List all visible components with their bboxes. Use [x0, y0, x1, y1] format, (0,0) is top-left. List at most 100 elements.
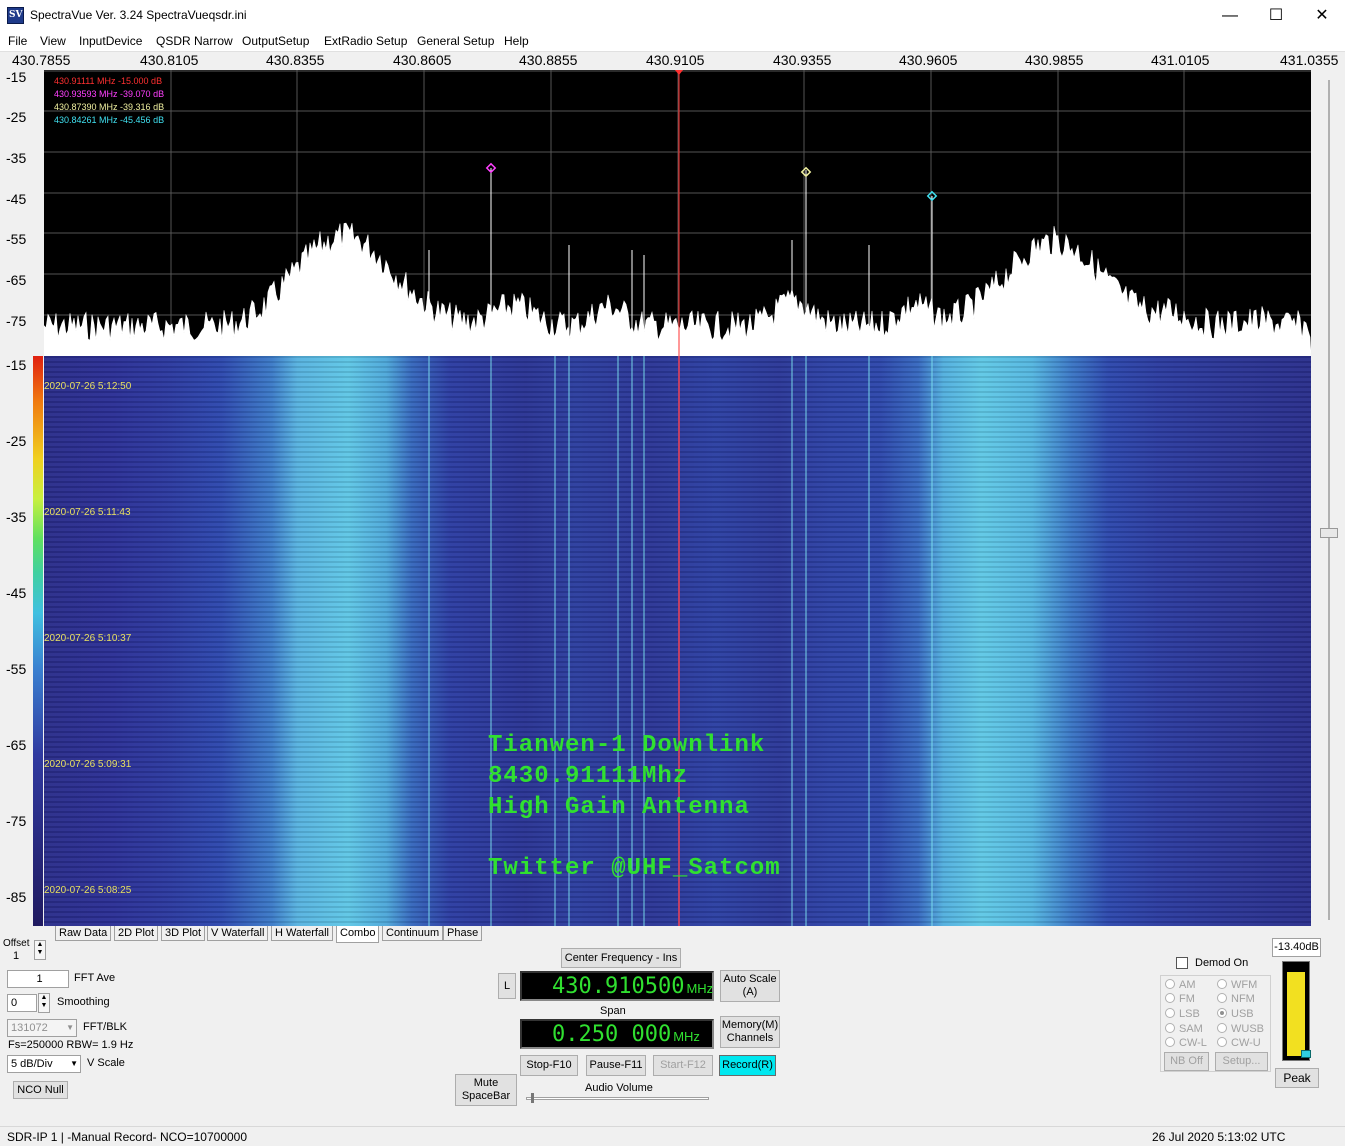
spectrum-y-label: -55: [6, 231, 27, 247]
fft-ave-label: FFT Ave: [74, 972, 116, 984]
nco-null-button[interactable]: NCO Null: [13, 1081, 68, 1099]
marker-readout-1: 430.91111 MHz -15.000 dB: [54, 76, 163, 86]
menu-inputdevice[interactable]: InputDevice: [79, 34, 142, 48]
marker-readout-2: 430.93593 MHz -39.070 dB: [54, 89, 165, 99]
freq-tick: 431.0105: [1151, 52, 1210, 68]
menu-file[interactable]: File: [8, 34, 27, 48]
audio-volume-label: Audio Volume: [585, 1082, 653, 1094]
menu-help[interactable]: Help: [504, 34, 529, 48]
l-button[interactable]: L: [498, 973, 516, 999]
waterfall-timestamp: 2020-07-26 5:08:25: [44, 885, 132, 896]
spectrum-plot[interactable]: 430.91111 MHz -15.000 dB 430.93593 MHz -…: [44, 70, 1311, 356]
radio-sam[interactable]: SAM: [1165, 1023, 1203, 1035]
nb-off-button[interactable]: NB Off: [1164, 1052, 1209, 1071]
setup-button[interactable]: Setup...: [1215, 1052, 1268, 1071]
overlay-title: Tianwen-1 Downlink: [488, 732, 766, 759]
smoothing-spinner[interactable]: ▲ ▼: [38, 993, 50, 1013]
signal-meter: [1282, 961, 1311, 1061]
center-frequency-button[interactable]: Center Frequency - Ins: [561, 948, 681, 968]
radio-nfm[interactable]: NFM: [1217, 993, 1255, 1005]
center-frequency-display[interactable]: 430.910500 MHz: [520, 971, 714, 1001]
menu-view[interactable]: View: [40, 34, 66, 48]
mute-button[interactable]: Mute SpaceBar: [455, 1074, 517, 1106]
menu-qsdr-narrow[interactable]: QSDR Narrow: [156, 34, 233, 48]
start-button[interactable]: Start-F12: [653, 1055, 713, 1076]
app-icon: SV: [7, 7, 24, 24]
status-bar: SDR-IP 1 | -Manual Record- NCO=10700000 …: [0, 1126, 1345, 1146]
audio-volume-slider[interactable]: [526, 1093, 709, 1103]
demod-on-checkbox[interactable]: [1176, 957, 1188, 969]
spectrum-y-label: -35: [6, 150, 27, 166]
peak-button[interactable]: Peak: [1275, 1068, 1319, 1088]
radio-dot: [1165, 1008, 1175, 1018]
memory-channels-button[interactable]: Memory(M) Channels: [720, 1016, 780, 1048]
fft-blk-label: FFT/BLK: [83, 1021, 128, 1033]
radio-dot: [1217, 979, 1227, 989]
chevron-down-icon: ▼: [66, 1023, 74, 1032]
radio-fm[interactable]: FM: [1165, 993, 1195, 1005]
status-datetime: 26 Jul 2020 5:13:02 UTC: [1152, 1130, 1286, 1144]
display-level-slider[interactable]: [1320, 70, 1338, 926]
pause-button[interactable]: Pause-F11: [586, 1055, 646, 1076]
radio-am[interactable]: AM: [1165, 979, 1196, 991]
audio-volume-thumb[interactable]: [531, 1093, 534, 1103]
offset-spinner[interactable]: ▲ ▼: [34, 940, 46, 960]
spectrum-y-label: -25: [6, 109, 27, 125]
freq-tick: 430.9355: [773, 52, 832, 68]
radio-dot-selected: [1217, 1008, 1227, 1018]
smoothing-input[interactable]: 0: [7, 994, 37, 1012]
menu-general-setup[interactable]: General Setup: [417, 34, 494, 48]
waterfall-color-scale: [33, 356, 43, 926]
radio-dot: [1217, 993, 1227, 1003]
vscale-select[interactable]: 5 dB/Div ▼: [7, 1055, 81, 1073]
tab-continuum[interactable]: Continuum: [382, 926, 444, 941]
waterfall-timestamp: 2020-07-26 5:09:31: [44, 759, 132, 770]
menu-outputsetup[interactable]: OutputSetup: [242, 34, 309, 48]
radio-dot: [1165, 993, 1175, 1003]
span-display[interactable]: 0.250 000 MHz: [520, 1019, 714, 1049]
auto-scale-button[interactable]: Auto Scale (A): [720, 970, 780, 1002]
spectrum-y-label: -45: [6, 191, 27, 207]
offset-value[interactable]: 1: [13, 950, 19, 962]
menu-extradio-setup[interactable]: ExtRadio Setup: [324, 34, 407, 48]
freq-tick: 430.9105: [646, 52, 705, 68]
waterfall-lines-svg: [428, 356, 933, 926]
record-button[interactable]: Record(R): [719, 1055, 776, 1076]
maximize-button[interactable]: ☐: [1253, 0, 1299, 31]
radio-wfm[interactable]: WFM: [1217, 979, 1257, 991]
waterfall-display[interactable]: 2020-07-26 5:12:50 2020-07-26 5:11:43 20…: [44, 356, 1311, 926]
radio-usb[interactable]: USB: [1217, 1008, 1254, 1020]
minimize-button[interactable]: —: [1207, 0, 1253, 31]
title-bar: SV SpectraVue Ver. 3.24 SpectraVueqsdr.i…: [0, 0, 1345, 31]
waterfall-timestamp: 2020-07-26 5:10:37: [44, 633, 132, 644]
tab-v-waterfall[interactable]: V Waterfall: [207, 926, 269, 941]
tab-3d-plot[interactable]: 3D Plot: [161, 926, 206, 941]
fft-ave-input[interactable]: 1: [7, 970, 69, 988]
slider-thumb[interactable]: [1320, 528, 1338, 538]
tab-combo[interactable]: Combo: [336, 926, 380, 943]
stop-button[interactable]: Stop-F10: [520, 1055, 578, 1076]
tab-2d-plot[interactable]: 2D Plot: [114, 926, 159, 941]
radio-lsb[interactable]: LSB: [1165, 1008, 1200, 1020]
spectrum-y-label: -75: [6, 313, 27, 329]
radio-dot: [1217, 1037, 1227, 1047]
smoothing-label: Smoothing: [57, 996, 110, 1008]
close-button[interactable]: ✕: [1299, 0, 1345, 31]
freq-tick: 430.9855: [1025, 52, 1084, 68]
overlay-twitter: Twitter @UHF_Satcom: [488, 855, 781, 882]
spectrum-y-label: -15: [6, 69, 27, 85]
slider-track: [1328, 80, 1330, 920]
freq-tick: 431.0355: [1280, 52, 1339, 68]
tab-h-waterfall[interactable]: H Waterfall: [271, 926, 333, 941]
tab-raw-data[interactable]: Raw Data: [55, 926, 112, 941]
offset-label: Offset: [3, 938, 30, 949]
radio-wusb[interactable]: WUSB: [1217, 1023, 1264, 1035]
overlay-frequency: 8430.91111Mhz: [488, 763, 689, 790]
radio-cw-u[interactable]: CW-U: [1217, 1037, 1261, 1049]
tab-phase[interactable]: Phase: [443, 926, 483, 941]
radio-cw-l[interactable]: CW-L: [1165, 1037, 1207, 1049]
freq-tick: 430.7855: [12, 52, 71, 68]
signal-level-readout: -13.40dB: [1272, 938, 1321, 957]
meter-peak-indicator: [1301, 1050, 1311, 1058]
fft-blk-select[interactable]: 131072 ▼: [7, 1019, 77, 1037]
